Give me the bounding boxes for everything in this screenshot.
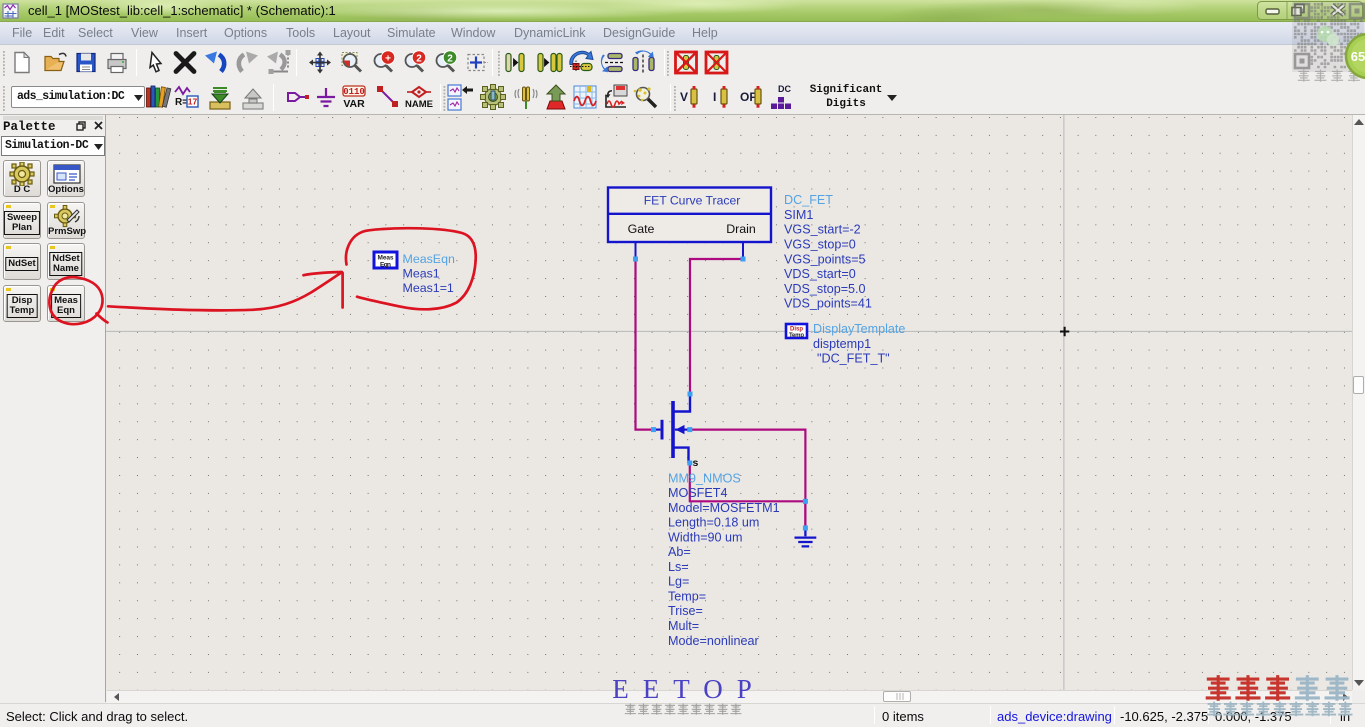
svg-text:DC: DC [778, 84, 791, 94]
svg-text:65: 65 [1351, 49, 1365, 64]
svg-text:0110: 0110 [343, 87, 365, 97]
svg-text:VAR: VAR [343, 98, 365, 110]
svg-text:I: I [713, 90, 716, 104]
svg-text:EETOP: EETOP [612, 674, 766, 704]
svg-text:17: 17 [188, 97, 198, 107]
svg-text:2: 2 [416, 54, 422, 65]
svg-text:R=: R= [175, 97, 188, 108]
svg-text:V: V [680, 90, 688, 104]
svg-text:2: 2 [447, 54, 453, 65]
svg-text:+: + [385, 54, 391, 65]
svg-text:NAME: NAME [405, 99, 433, 110]
